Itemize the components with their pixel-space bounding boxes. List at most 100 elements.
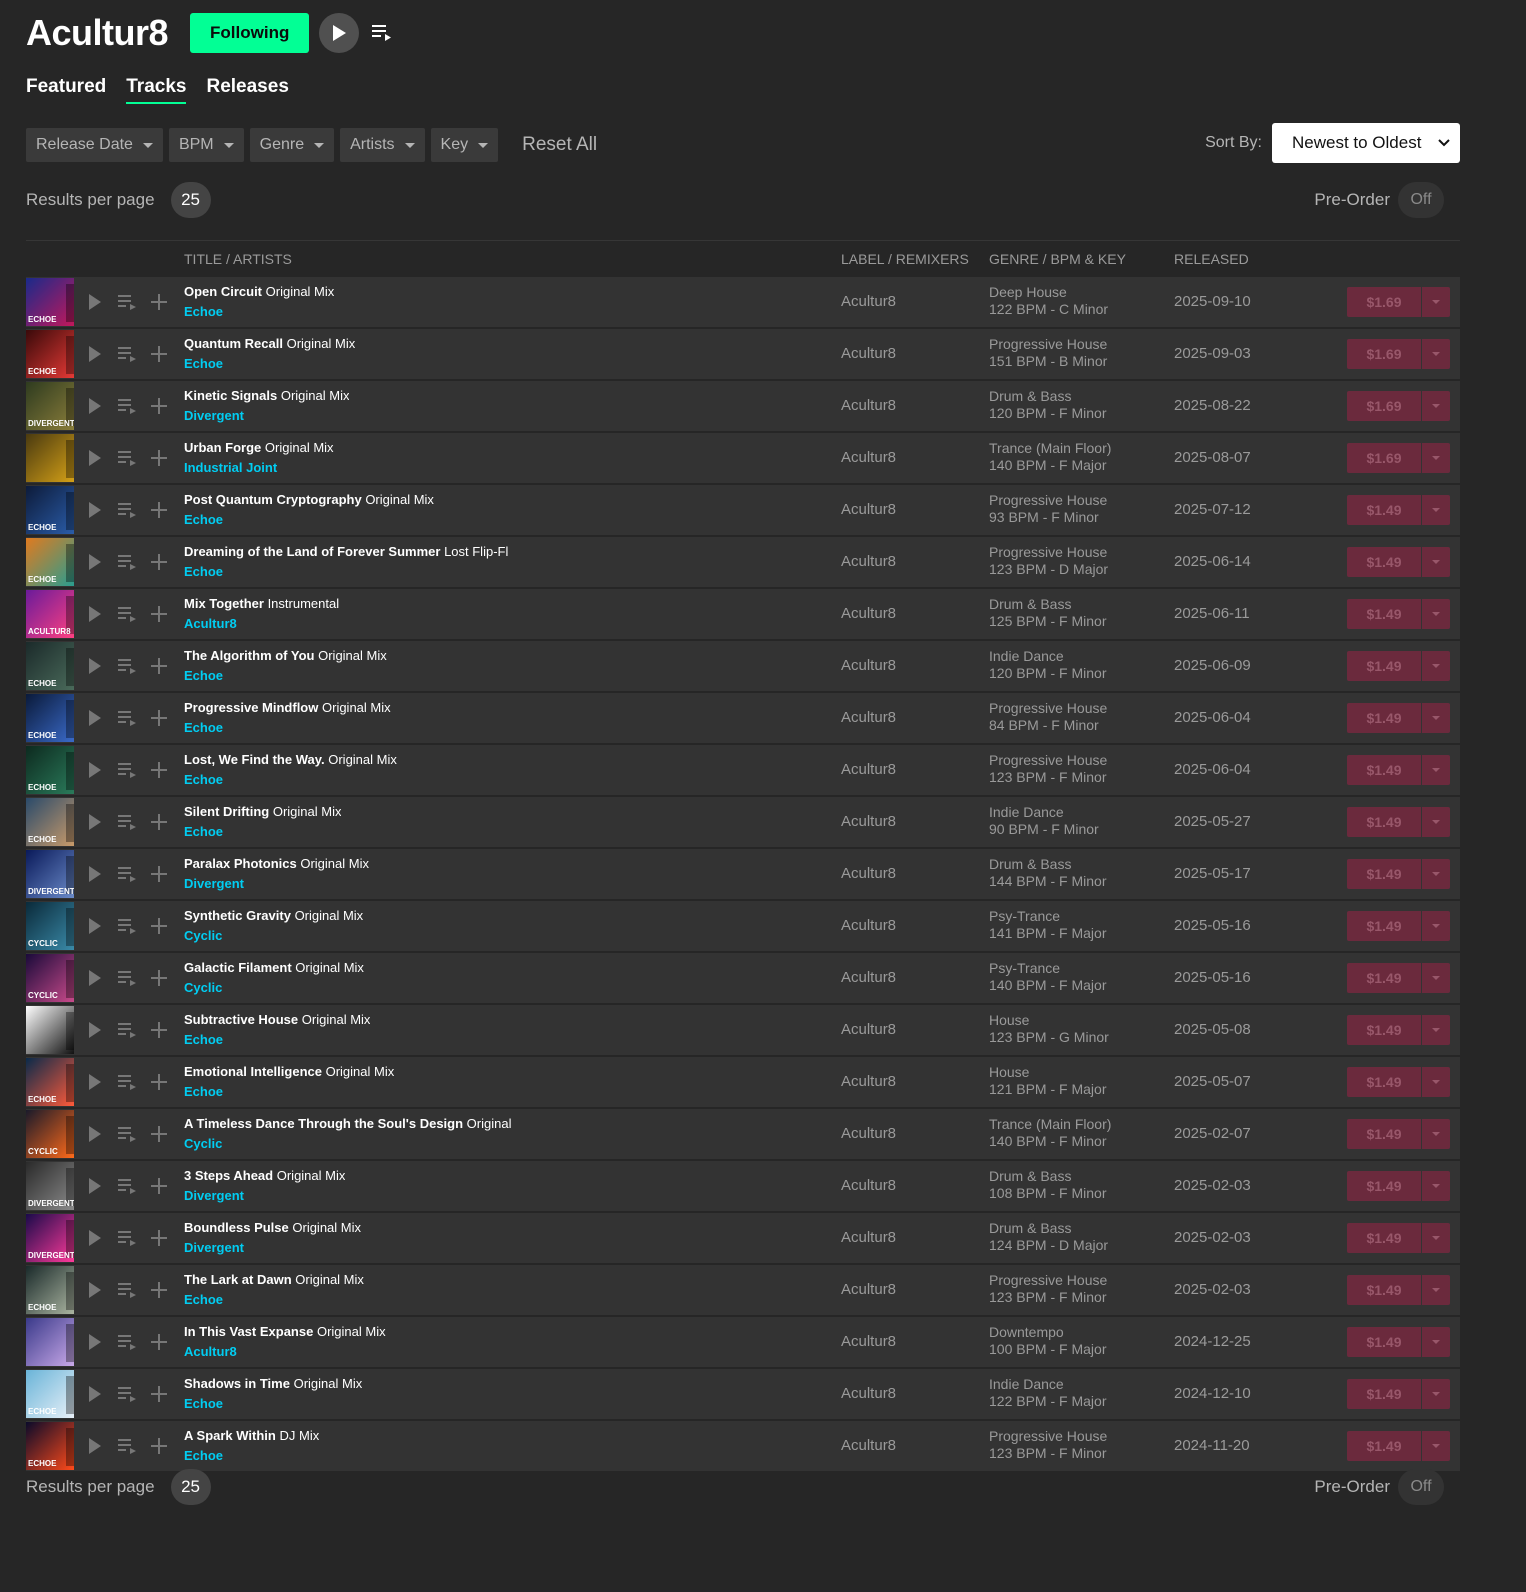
- release-artwork[interactable]: CYCLIC: [26, 1110, 74, 1158]
- track-title[interactable]: A Timeless Dance Through the Soul's Desi…: [184, 1116, 511, 1131]
- track-title[interactable]: Shadows in Time Original Mix: [184, 1376, 362, 1391]
- buy-price-button[interactable]: $1.49: [1347, 547, 1421, 577]
- track-label-link[interactable]: Acultur8: [841, 969, 896, 986]
- track-title[interactable]: Boundless Pulse Original Mix: [184, 1220, 361, 1235]
- track-title[interactable]: Progressive Mindflow Original Mix: [184, 700, 391, 715]
- track-artist-link[interactable]: Divergent: [184, 408, 244, 423]
- track-row[interactable]: DIVERGENT Paralax Photonics Original Mix…: [26, 849, 1460, 901]
- track-row[interactable]: DIVERGENT Boundless Pulse Original Mix D…: [26, 1213, 1460, 1265]
- track-genre[interactable]: Drum & Bass: [989, 388, 1106, 405]
- track-artist-link[interactable]: Echoe: [184, 1292, 223, 1307]
- track-queue-button[interactable]: [116, 759, 138, 781]
- track-add-button[interactable]: [148, 447, 170, 469]
- track-row[interactable]: ECHOE The Lark at Dawn Original Mix Echo…: [26, 1265, 1460, 1317]
- buy-options-dropdown[interactable]: [1422, 1327, 1450, 1357]
- release-artwork[interactable]: [26, 1318, 74, 1366]
- buy-price-button[interactable]: $1.69: [1347, 339, 1421, 369]
- track-genre[interactable]: Indie Dance: [989, 648, 1106, 665]
- track-genre[interactable]: Indie Dance: [989, 1376, 1106, 1393]
- track-queue-button[interactable]: [116, 811, 138, 833]
- track-play-button[interactable]: [84, 1227, 106, 1249]
- track-play-button[interactable]: [84, 395, 106, 417]
- buy-price-button[interactable]: $1.69: [1347, 391, 1421, 421]
- track-genre[interactable]: Drum & Bass: [989, 1168, 1106, 1185]
- track-genre[interactable]: Progressive House: [989, 336, 1107, 353]
- release-artwork[interactable]: [26, 1006, 74, 1054]
- release-artwork[interactable]: ACULTUR8: [26, 590, 74, 638]
- track-title[interactable]: Lost, We Find the Way. Original Mix: [184, 752, 397, 767]
- track-row[interactable]: ECHOE Silent Drifting Original Mix Echoe…: [26, 797, 1460, 849]
- track-play-button[interactable]: [84, 1123, 106, 1145]
- track-queue-button[interactable]: [116, 915, 138, 937]
- track-row[interactable]: ECHOE Open Circuit Original Mix Echoe Ac…: [26, 277, 1460, 329]
- track-genre[interactable]: Trance (Main Floor): [989, 440, 1111, 457]
- track-label-link[interactable]: Acultur8: [841, 501, 896, 518]
- track-queue-button[interactable]: [116, 1435, 138, 1457]
- track-add-button[interactable]: [148, 1175, 170, 1197]
- play-all-button[interactable]: [319, 13, 360, 53]
- buy-price-button[interactable]: $1.49: [1347, 807, 1421, 837]
- release-artwork[interactable]: CYCLIC: [26, 954, 74, 1002]
- track-play-button[interactable]: [84, 967, 106, 989]
- track-title[interactable]: Urban Forge Original Mix: [184, 440, 334, 455]
- track-artist-link[interactable]: Echoe: [184, 824, 223, 839]
- track-title[interactable]: A Spark Within DJ Mix: [184, 1428, 319, 1443]
- track-artist-link[interactable]: Echoe: [184, 668, 223, 683]
- track-label-link[interactable]: Acultur8: [841, 1385, 896, 1402]
- tab-tracks[interactable]: Tracks: [126, 76, 187, 104]
- track-genre[interactable]: Progressive House: [989, 492, 1107, 509]
- track-play-button[interactable]: [84, 343, 106, 365]
- track-genre[interactable]: Trance (Main Floor): [989, 1116, 1111, 1133]
- track-genre[interactable]: Deep House: [989, 284, 1108, 301]
- track-play-button[interactable]: [84, 447, 106, 469]
- track-row[interactable]: CYCLIC Synthetic Gravity Original Mix Cy…: [26, 901, 1460, 953]
- filter-artists[interactable]: Artists: [340, 128, 425, 162]
- track-play-button[interactable]: [84, 759, 106, 781]
- track-row[interactable]: ECHOE A Spark Within DJ Mix Echoe Acultu…: [26, 1421, 1460, 1473]
- track-add-button[interactable]: [148, 1227, 170, 1249]
- track-play-button[interactable]: [84, 915, 106, 937]
- buy-options-dropdown[interactable]: [1422, 1431, 1450, 1461]
- track-queue-button[interactable]: [116, 343, 138, 365]
- buy-price-button[interactable]: $1.49: [1347, 1223, 1421, 1253]
- track-add-button[interactable]: [148, 1279, 170, 1301]
- track-genre[interactable]: Progressive House: [989, 700, 1107, 717]
- track-queue-button[interactable]: [116, 1227, 138, 1249]
- buy-price-button[interactable]: $1.49: [1347, 1119, 1421, 1149]
- track-play-button[interactable]: [84, 1071, 106, 1093]
- track-artist-link[interactable]: Cyclic: [184, 928, 222, 943]
- release-artwork[interactable]: ECHOE: [26, 1370, 74, 1418]
- filter-release-date[interactable]: Release Date: [26, 128, 163, 162]
- buy-price-button[interactable]: $1.49: [1347, 1327, 1421, 1357]
- track-genre[interactable]: Progressive House: [989, 1272, 1107, 1289]
- track-artist-link[interactable]: Acultur8: [184, 1344, 237, 1359]
- track-play-button[interactable]: [84, 291, 106, 313]
- track-play-button[interactable]: [84, 1019, 106, 1041]
- release-artwork[interactable]: ECHOE: [26, 486, 74, 534]
- track-artist-link[interactable]: Echoe: [184, 304, 223, 319]
- track-title[interactable]: Open Circuit Original Mix: [184, 284, 334, 299]
- track-title[interactable]: Post Quantum Cryptography Original Mix: [184, 492, 434, 507]
- results-per-page-select[interactable]: 25: [170, 1469, 211, 1505]
- buy-options-dropdown[interactable]: [1422, 1171, 1450, 1201]
- buy-price-button[interactable]: $1.49: [1347, 1275, 1421, 1305]
- track-title[interactable]: Mix Together Instrumental: [184, 596, 339, 611]
- track-add-button[interactable]: [148, 1071, 170, 1093]
- buy-price-button[interactable]: $1.49: [1347, 859, 1421, 889]
- buy-price-button[interactable]: $1.49: [1347, 1171, 1421, 1201]
- track-queue-button[interactable]: [116, 863, 138, 885]
- track-play-button[interactable]: [84, 1331, 106, 1353]
- buy-options-dropdown[interactable]: [1422, 963, 1450, 993]
- track-queue-button[interactable]: [116, 655, 138, 677]
- track-label-link[interactable]: Acultur8: [841, 449, 896, 466]
- track-genre[interactable]: Psy-Trance: [989, 960, 1106, 977]
- track-label-link[interactable]: Acultur8: [841, 865, 896, 882]
- track-add-button[interactable]: [148, 395, 170, 417]
- track-genre[interactable]: Psy-Trance: [989, 908, 1106, 925]
- track-add-button[interactable]: [148, 863, 170, 885]
- track-add-button[interactable]: [148, 655, 170, 677]
- track-genre[interactable]: Progressive House: [989, 752, 1107, 769]
- track-label-link[interactable]: Acultur8: [841, 657, 896, 674]
- sort-select[interactable]: Newest to Oldest: [1272, 123, 1460, 163]
- track-artist-link[interactable]: Cyclic: [184, 1136, 222, 1151]
